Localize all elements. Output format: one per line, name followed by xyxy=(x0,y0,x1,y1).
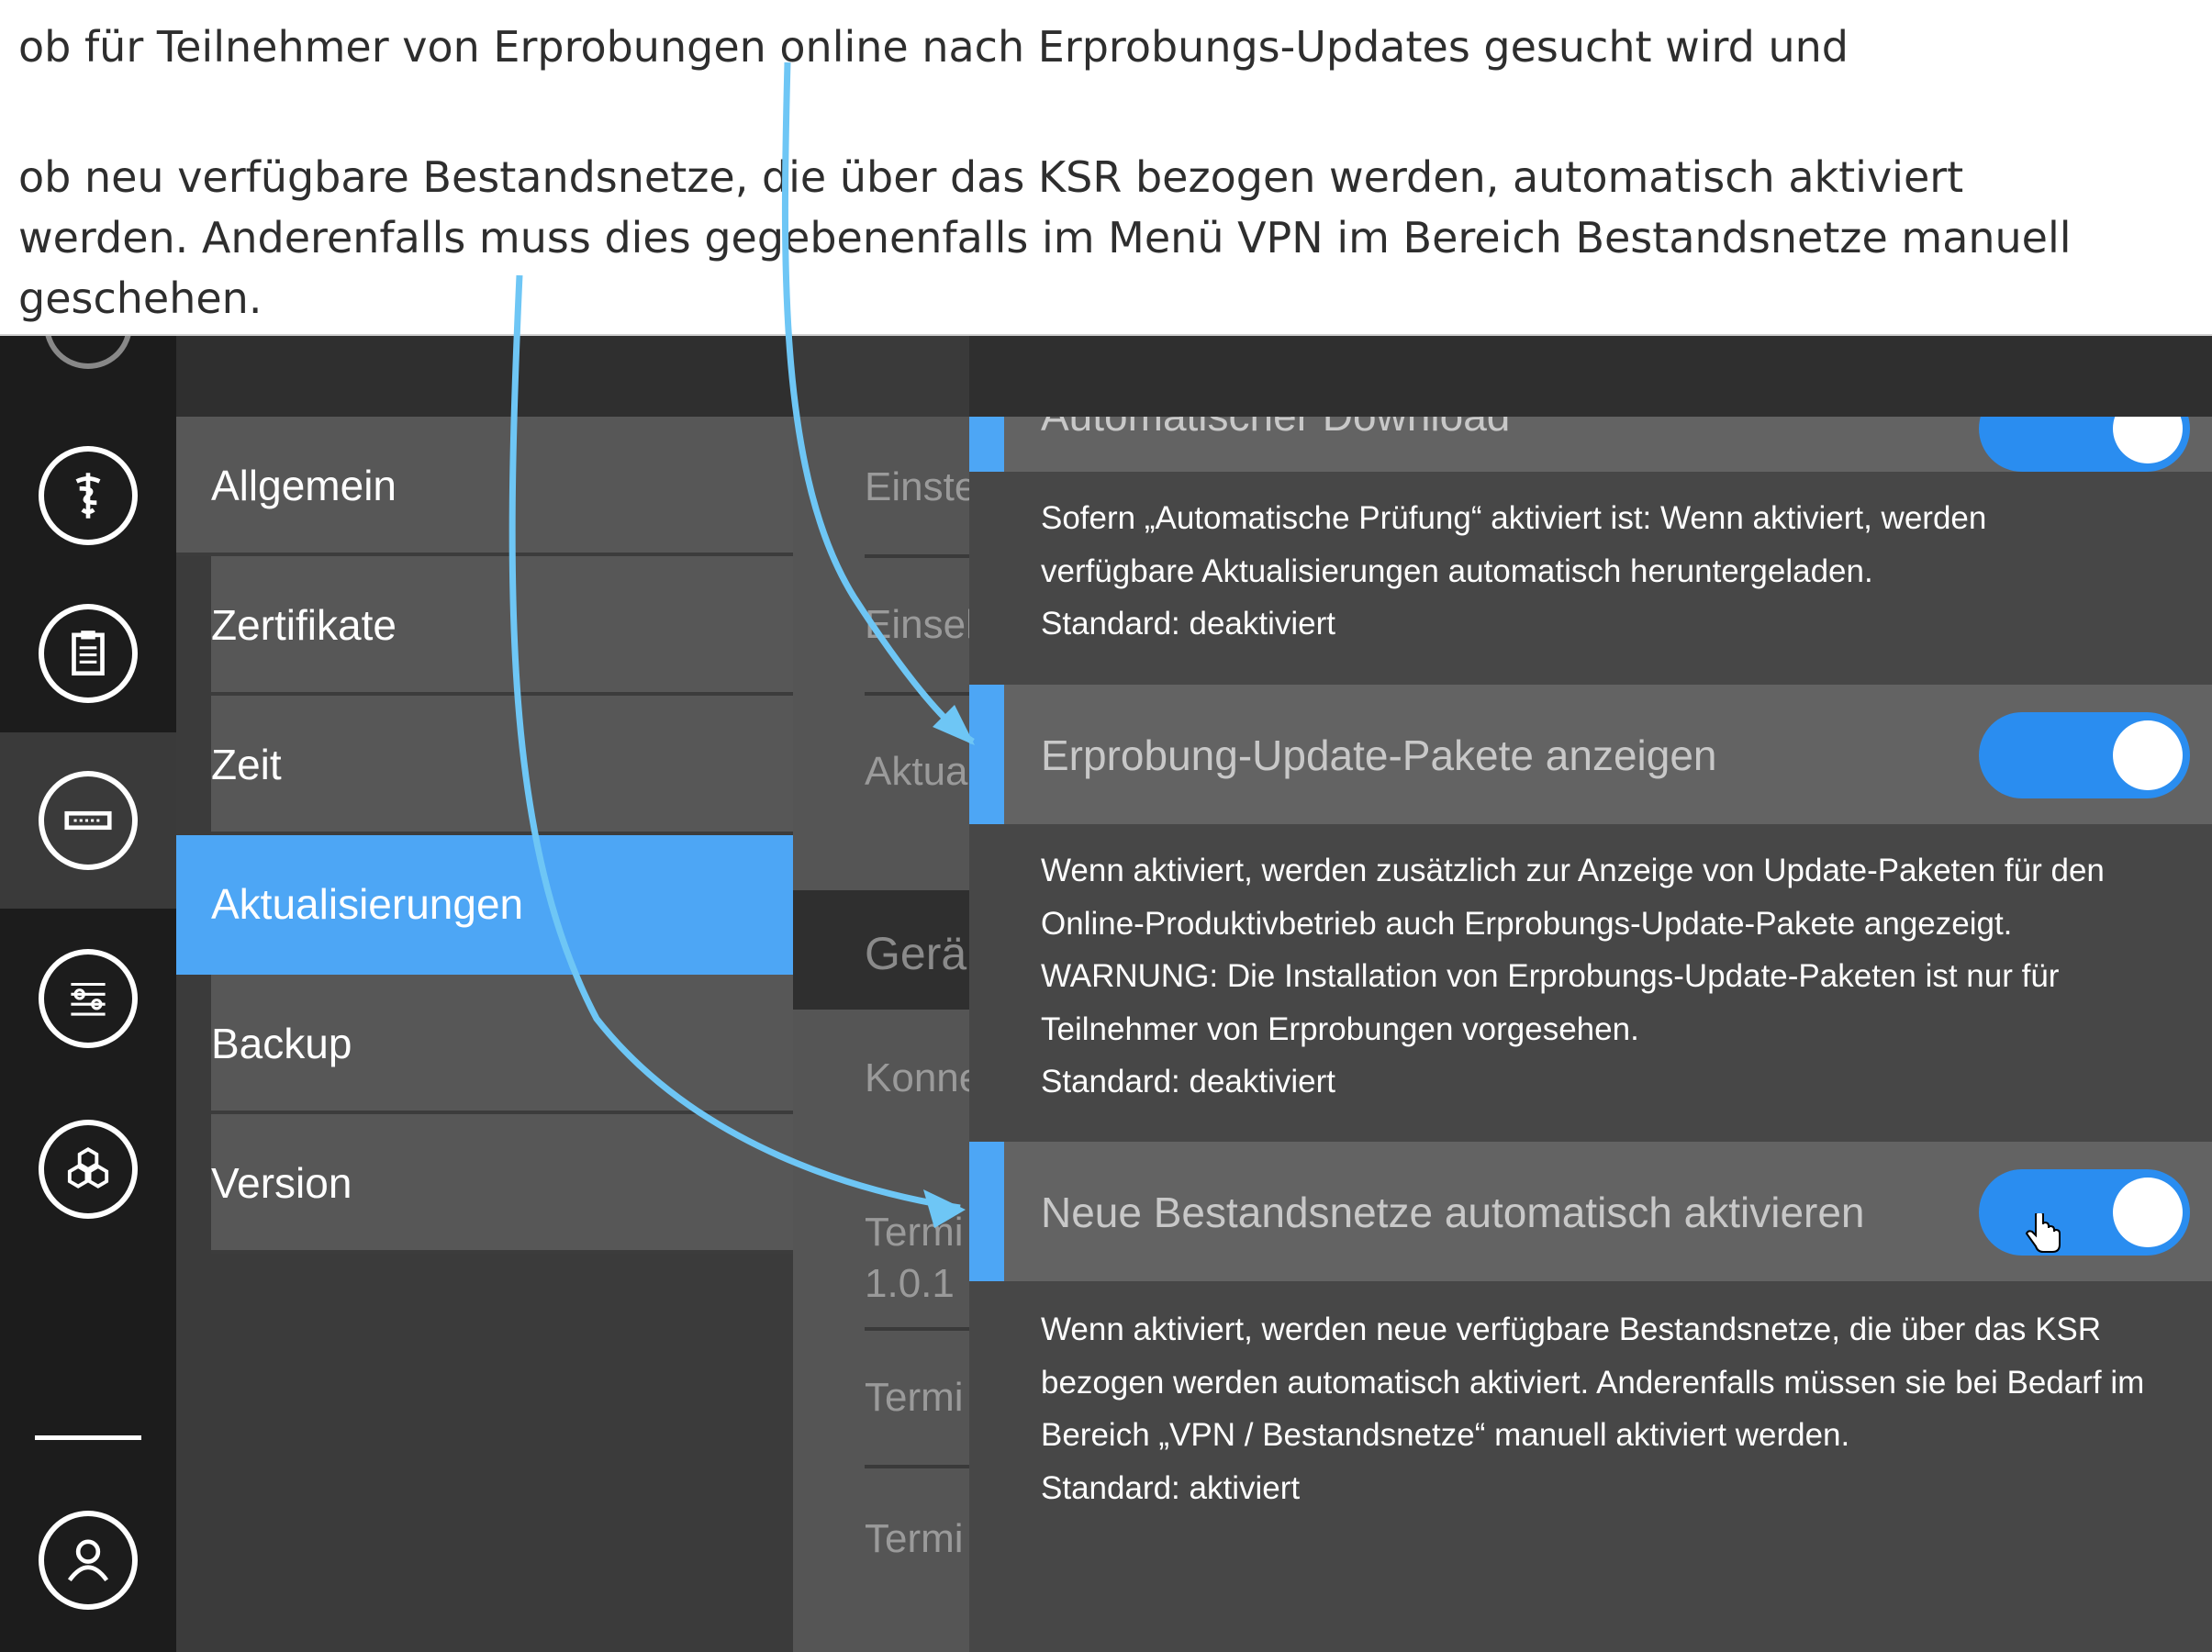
desc-line: Standard: deaktiviert xyxy=(1041,1064,1336,1099)
mid-row-text[interactable]: Termi xyxy=(865,1375,964,1421)
mid-row-text[interactable]: Termi xyxy=(865,1210,964,1256)
menu-item-label: Backup xyxy=(211,1020,352,1067)
app-screenshot: Allgemein Zertifikate Zeit Aktualisierun… xyxy=(0,281,2212,1652)
mid-row-text[interactable]: Konne xyxy=(865,1055,969,1101)
user-icon xyxy=(39,1511,138,1610)
mid-separator xyxy=(865,1465,969,1468)
setting-title: Erprobung-Update-Pakete anzeigen xyxy=(1041,731,1717,779)
sliders-icon xyxy=(39,949,138,1048)
desc-line: Sofern „Automatische Prüfung“ aktiviert … xyxy=(1041,500,1987,536)
toggle-knob xyxy=(2113,1178,2183,1247)
mid-row-text: Gerä xyxy=(865,928,967,979)
hand-cursor-icon xyxy=(2025,1213,2061,1253)
desc-line: Teilnehmer von Erprobungen vorgesehen. xyxy=(1041,1010,1639,1047)
router-icon xyxy=(39,771,138,870)
detail-column: Einste Einsel Aktua Gerä Konne Termi 1.0… xyxy=(793,334,969,1652)
mid-row-text[interactable]: Einste xyxy=(865,464,969,510)
mid-section-1: Einste Einsel xyxy=(793,417,969,753)
caduceus-icon xyxy=(39,446,138,545)
row-accent xyxy=(969,685,1004,824)
setting-row-auto-download[interactable]: Automatischer Download xyxy=(969,417,2212,472)
desc-line: Standard: aktiviert xyxy=(1041,1469,1301,1506)
mid-section-4: Termi 1.0.1 . Termi Termi xyxy=(793,1147,969,1652)
mid-separator xyxy=(865,692,969,696)
desc-line: WARNUNG: Die Installation von Erprobungs… xyxy=(1041,958,2060,994)
settings-menu: Allgemein Zertifikate Zeit Aktualisierun… xyxy=(176,417,793,1254)
icon-rail xyxy=(0,281,176,1652)
panel-header xyxy=(969,334,2212,417)
toggle-knob xyxy=(2113,417,2183,463)
toggle-auto-download[interactable] xyxy=(1979,417,2190,472)
mid-row-text: 1.0.1 . xyxy=(865,1261,969,1306)
mid-section-3: Konne xyxy=(793,1010,969,1147)
row-accent xyxy=(969,1142,1004,1281)
settings-panel: Automatischer Download Sofern „Automatis… xyxy=(969,334,2212,1652)
doc-line-4: geschehen. xyxy=(18,273,263,323)
menu-item-zeit[interactable]: Zeit xyxy=(211,696,793,835)
rail-button-clipboard[interactable] xyxy=(0,565,176,742)
setting-title: Automatischer Download xyxy=(1041,417,1510,441)
rail-button-settings[interactable] xyxy=(0,910,176,1087)
mid-section-header: Gerä xyxy=(793,890,969,1010)
menu-item-aktualisierungen[interactable]: Aktualisierungen xyxy=(176,835,793,975)
desc-line: Wenn aktiviert, werden zusätzlich zur An… xyxy=(1041,853,2105,888)
mid-section-2: Aktua xyxy=(793,753,969,890)
mid-separator xyxy=(865,554,969,558)
menu-item-label: Allgemein xyxy=(211,462,397,509)
description-new-networks: Wenn aktiviert, werden neue verfügbare B… xyxy=(1041,1303,2188,1514)
desc-line: Wenn aktiviert, werden neue verfügbare B… xyxy=(1041,1312,2102,1347)
desc-line: Bereich „VPN / Bestandsnetze“ manuell ak… xyxy=(1041,1417,1850,1453)
setting-row-new-networks[interactable]: Neue Bestandsnetze automatisch aktiviere… xyxy=(969,1142,2212,1281)
setting-row-trial-updates[interactable]: Erprobung-Update-Pakete anzeigen xyxy=(969,685,2212,824)
rail-button-router[interactable] xyxy=(0,732,176,909)
menu-item-allgemein[interactable]: Allgemein xyxy=(176,417,793,556)
menu-item-label: Zeit xyxy=(211,741,282,788)
rail-button-modules[interactable] xyxy=(0,1081,176,1257)
desc-line: Standard: deaktiviert xyxy=(1041,606,1336,642)
mid-row-text[interactable]: Termi xyxy=(865,1516,964,1562)
menu-item-backup[interactable]: Backup xyxy=(211,975,793,1114)
toggle-trial-updates[interactable] xyxy=(1979,712,2190,798)
description-auto-download: Sofern „Automatische Prüfung“ aktiviert … xyxy=(1041,492,2188,651)
doc-line-1: ob für Teilnehmer von Erprobungen online… xyxy=(18,22,1849,72)
hexagons-icon xyxy=(39,1120,138,1219)
row-accent xyxy=(969,417,1004,472)
mid-row-text[interactable]: Aktua xyxy=(865,753,968,795)
menu-item-version[interactable]: Version xyxy=(211,1114,793,1254)
menu-item-label: Version xyxy=(211,1159,352,1207)
mid-separator xyxy=(865,1327,969,1331)
rail-button-medical[interactable] xyxy=(0,407,176,584)
toggle-knob xyxy=(2113,720,2183,790)
rail-divider xyxy=(35,1435,141,1440)
desc-line: bezogen werden automatisch aktiviert. An… xyxy=(1041,1364,2145,1401)
desc-line: Online-Produktivbetrieb auch Erprobungs-… xyxy=(1041,905,2013,942)
rail-button-user[interactable] xyxy=(0,1472,176,1648)
menu-item-zertifikate[interactable]: Zertifikate xyxy=(211,556,793,696)
toggle-new-networks[interactable] xyxy=(1979,1169,2190,1256)
description-trial-updates: Wenn aktiviert, werden zusätzlich zur An… xyxy=(1041,844,2188,1109)
menu-item-label: Zertifikate xyxy=(211,601,397,649)
doc-line-3: werden. Anderenfalls muss dies gegebenen… xyxy=(18,213,2072,262)
desc-line: verfügbare Aktualisierungen automatisch … xyxy=(1041,553,1873,589)
doc-line-2: ob neu verfügbare Bestandsnetze, die übe… xyxy=(18,152,1964,202)
document-text: ob für Teilnehmer von Erprobungen online… xyxy=(0,0,2212,336)
clipboard-icon xyxy=(39,604,138,703)
menu-header xyxy=(176,334,793,417)
mid-row-text[interactable]: Einsel xyxy=(865,602,969,648)
menu-item-label: Aktualisierungen xyxy=(211,880,524,928)
setting-title: Neue Bestandsnetze automatisch aktiviere… xyxy=(1041,1189,1865,1236)
